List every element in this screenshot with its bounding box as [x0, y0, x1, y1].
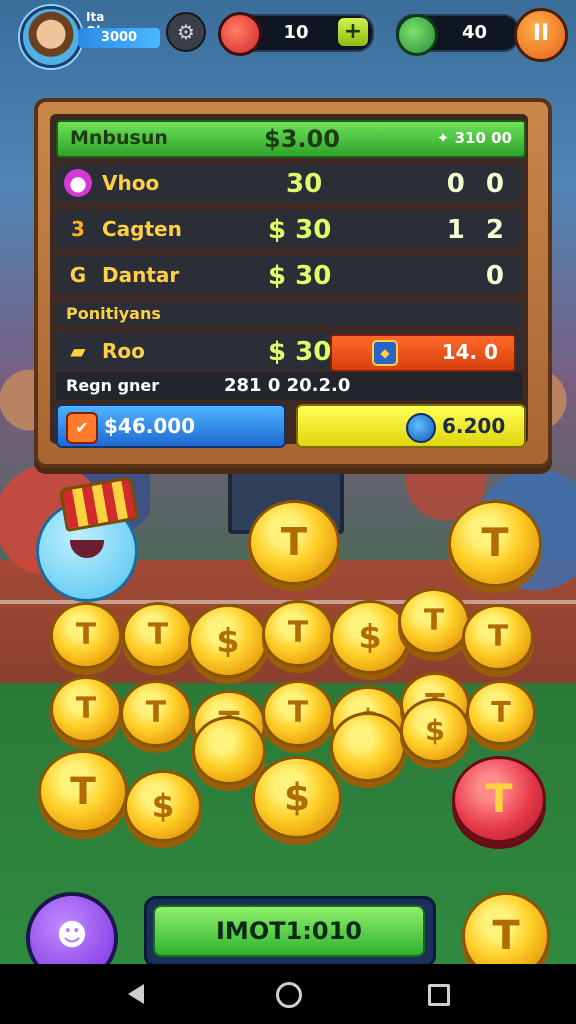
gold-coin: T — [466, 680, 536, 745]
gold-coin: T — [262, 680, 334, 747]
main-action-button[interactable]: IMOT1:010 — [144, 896, 436, 968]
row-label: Vhoo — [102, 171, 160, 195]
gold-coin: T — [398, 588, 470, 655]
panel-header-row: Mnbusun $3.00 ✦ 310 00 — [56, 120, 526, 158]
add-gems-button[interactable]: + — [338, 18, 368, 46]
number-three-icon: 3 — [71, 217, 85, 241]
gem-icon — [218, 12, 262, 56]
row-right-value: 0 0 — [446, 169, 510, 199]
gold-coin — [330, 712, 406, 783]
gem-value: 10 — [283, 22, 309, 43]
row-amount: $ 30 — [268, 215, 332, 245]
gold-coin: T — [448, 500, 542, 587]
bonus-card-icon: ◆ — [372, 340, 398, 366]
header-label: Mnbusun — [70, 127, 168, 149]
row-amount: 30 — [286, 169, 323, 199]
stats-panel: Mnbusun $3.00 ✦ 310 00 ● Vhoo 30 0 0 3 C… — [34, 98, 552, 468]
gold-bar-icon: ▰ — [70, 339, 86, 363]
blue-gem-icon — [406, 413, 436, 443]
recent-apps-icon[interactable] — [428, 984, 450, 1006]
red-coin: T — [452, 756, 546, 843]
record-value: 281 0 20.2.0 — [224, 375, 351, 396]
g-coin-icon: G — [69, 263, 87, 287]
row-amount: $ 30 — [268, 337, 332, 367]
gear-icon: ⚙ — [177, 20, 195, 44]
pin-icon: ● — [64, 169, 92, 197]
android-nav-bar — [0, 964, 576, 1024]
settings-button[interactable]: ⚙ — [166, 12, 206, 52]
stat-row-2: 3 Cagten $ 30 1 2 — [56, 210, 522, 248]
player-score: 3000 — [78, 28, 160, 48]
gem-counter: 10 + — [218, 12, 374, 56]
player-name-plate: Ita Olomnan 3000 — [78, 10, 160, 48]
coin-button[interactable]: 6.200 — [296, 404, 526, 448]
section-label-row: Ponitiyans — [56, 302, 522, 326]
energy-counter: 40 — [396, 14, 520, 56]
record-label: Regn gner — [66, 376, 160, 395]
player-avatar[interactable] — [20, 6, 82, 68]
gold-coin: $ — [188, 604, 268, 679]
row-label: Cagten — [102, 217, 182, 241]
gold-coin: $ — [252, 756, 342, 840]
gold-coin — [192, 716, 266, 785]
home-icon[interactable] — [276, 982, 302, 1008]
top-hud: Ita Olomnan 3000 ⚙ 10 + 40 II — [0, 0, 576, 68]
stat-row-3: G Dantar $ 30 0 — [56, 256, 522, 294]
bonus-box[interactable]: ◆ 14. 0 — [330, 334, 516, 372]
gold-coin: T — [120, 680, 192, 747]
back-icon[interactable] — [128, 984, 144, 1004]
cash-value: $46.000 — [104, 414, 196, 438]
stat-row-1: ● Vhoo 30 0 0 — [56, 164, 522, 202]
ghost-icon: ☻ — [56, 918, 88, 953]
energy-value: 40 — [462, 22, 488, 43]
row-amount: $ 30 — [268, 261, 332, 291]
gold-coin: T — [50, 602, 122, 669]
coin-value: 6.200 — [442, 414, 506, 438]
gold-coin: T — [262, 600, 334, 667]
gold-coin: T — [122, 602, 194, 669]
record-row: Regn gner 281 0 20.2.0 — [56, 372, 522, 400]
pause-button[interactable]: II — [514, 8, 568, 62]
section-label: Ponitiyans — [66, 304, 161, 323]
bonus-row: ▰ Roo $ 30 ◆ 14. 0 — [56, 332, 522, 372]
gold-coin: T — [50, 676, 122, 743]
cash-button[interactable]: ✔ $46.000 — [56, 404, 286, 448]
gold-coin: $ — [400, 698, 470, 763]
globe-icon — [396, 14, 438, 56]
row-label: Roo — [102, 339, 145, 363]
row-right-value: 0 — [485, 261, 510, 291]
gold-coin: $ — [124, 770, 202, 843]
gold-coin: $ — [330, 600, 410, 675]
header-right-value: ✦ 310 00 — [436, 129, 512, 147]
header-amount: $3.00 — [264, 125, 340, 153]
ticket-icon: ✔ — [66, 412, 98, 444]
row-label: Dantar — [102, 263, 180, 287]
gold-coin: T — [38, 750, 128, 834]
gold-coin: T — [462, 604, 534, 671]
stats-panel-inner: Mnbusun $3.00 ✦ 310 00 ● Vhoo 30 0 0 3 C… — [50, 114, 528, 448]
bonus-value: 14. 0 — [441, 340, 498, 364]
main-action-label: IMOT1:010 — [153, 905, 425, 957]
row-right-value: 1 2 — [446, 215, 510, 245]
gold-coin: T — [248, 500, 340, 586]
